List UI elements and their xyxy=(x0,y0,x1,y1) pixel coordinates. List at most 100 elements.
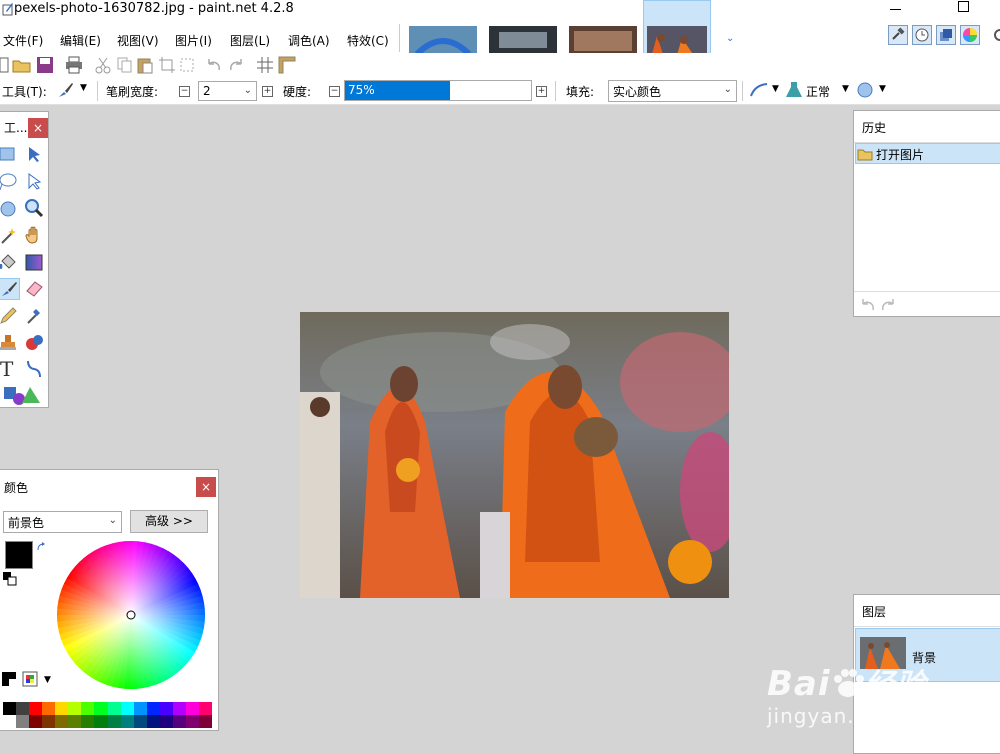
color-target-combo[interactable]: 前景色 ⌄ xyxy=(3,511,122,533)
history-window-toggle-icon[interactable] xyxy=(912,25,932,45)
canvas-image[interactable] xyxy=(300,312,729,598)
palette-swatch[interactable] xyxy=(16,715,30,728)
blend-mode-flask-icon[interactable] xyxy=(785,81,803,99)
history-redo-icon[interactable] xyxy=(879,297,897,313)
print-icon[interactable] xyxy=(64,56,84,74)
menu-view[interactable]: 视图(V) xyxy=(117,32,159,49)
pencil-tool-icon[interactable] xyxy=(0,305,20,327)
palette-swatch[interactable] xyxy=(120,715,134,728)
copy-icon[interactable] xyxy=(116,56,134,74)
palette-swatch[interactable] xyxy=(81,715,95,728)
palette-swatch[interactable] xyxy=(172,702,186,715)
menu-edit[interactable]: 编辑(E) xyxy=(60,32,101,49)
palette-swatch[interactable] xyxy=(185,715,199,728)
reset-colors-icon[interactable] xyxy=(3,572,17,586)
palette-dropdown-arrow-icon[interactable]: ▼ xyxy=(44,675,51,685)
palette-swatch[interactable] xyxy=(198,715,212,728)
palette-swatch[interactable] xyxy=(29,715,43,728)
antialiasing-dropdown-arrow-icon[interactable]: ▼ xyxy=(772,84,779,94)
palette-swatch[interactable] xyxy=(198,702,212,715)
palette-swatch[interactable] xyxy=(68,715,82,728)
magic-wand-tool-icon[interactable] xyxy=(0,225,20,247)
palette-swatch[interactable] xyxy=(94,715,108,728)
gradient-tool-icon[interactable] xyxy=(24,252,46,274)
menu-adjustments[interactable]: 调色(A) xyxy=(288,32,330,49)
palette-swatch[interactable] xyxy=(94,702,108,715)
paintbrush-tool-icon[interactable] xyxy=(56,81,74,99)
maximize-button[interactable] xyxy=(958,1,969,12)
fill-mode-combo[interactable]: 实心颜色 ⌄ xyxy=(608,80,737,102)
rectangle-select-tool-icon[interactable] xyxy=(0,144,20,166)
palette-black-white-icon[interactable] xyxy=(2,672,16,686)
minimize-button[interactable] xyxy=(890,9,901,10)
menu-effects[interactable]: 特效(C) xyxy=(347,32,389,49)
tool-dropdown-arrow-icon[interactable]: ▼ xyxy=(80,83,87,93)
palette-swatch[interactable] xyxy=(107,702,121,715)
shapes-tool-icon[interactable] xyxy=(2,384,42,406)
palette-swatch[interactable] xyxy=(159,715,173,728)
layers-window-toggle-icon[interactable] xyxy=(936,25,956,45)
paint-bucket-tool-icon[interactable] xyxy=(0,252,20,274)
palette-swatch[interactable] xyxy=(159,702,173,715)
menu-image[interactable]: 图片(I) xyxy=(175,32,212,49)
palette-swatch[interactable] xyxy=(42,715,56,728)
deselect-icon[interactable] xyxy=(178,56,196,74)
zoom-tool-icon[interactable] xyxy=(24,198,46,220)
eraser-tool-icon[interactable] xyxy=(24,278,46,300)
text-tool-icon[interactable]: T xyxy=(0,358,20,380)
more-images-chevron-icon[interactable]: ⌄ xyxy=(726,33,734,44)
palette-swatch[interactable] xyxy=(3,702,17,715)
palette-swatch[interactable] xyxy=(120,702,134,715)
hardness-slider[interactable]: 75% xyxy=(344,80,532,101)
primary-color-swatch[interactable] xyxy=(5,541,33,569)
palette-swatch[interactable] xyxy=(3,715,17,728)
recolor-tool-icon[interactable] xyxy=(24,332,46,354)
color-picker-tool-icon[interactable] xyxy=(24,305,46,327)
paintbrush-tool-selected-icon[interactable] xyxy=(0,278,20,300)
palette-swatch[interactable] xyxy=(185,702,199,715)
advanced-colors-button[interactable]: 高级 >> xyxy=(130,510,208,533)
history-undo-icon[interactable] xyxy=(859,297,877,313)
open-folder-icon[interactable] xyxy=(12,56,32,74)
lasso-select-tool-icon[interactable] xyxy=(0,171,20,193)
brush-width-decrease-button[interactable]: − xyxy=(179,86,190,97)
pan-hand-tool-icon[interactable] xyxy=(24,225,46,247)
palette-swatch[interactable] xyxy=(42,702,56,715)
paste-icon[interactable] xyxy=(136,56,154,74)
palette-swatch[interactable] xyxy=(29,702,43,715)
antialiasing-icon[interactable] xyxy=(749,81,769,99)
blend-mode-value[interactable]: 正常 xyxy=(806,83,830,100)
selection-mode-icon[interactable] xyxy=(856,81,874,99)
palette-swatch[interactable] xyxy=(55,702,69,715)
palette-swatch[interactable] xyxy=(146,715,160,728)
clone-stamp-tool-icon[interactable] xyxy=(0,332,20,354)
save-icon[interactable] xyxy=(36,56,54,74)
menu-layers[interactable]: 图层(L) xyxy=(230,32,270,49)
line-curve-tool-icon[interactable] xyxy=(24,358,46,380)
colors-window-toggle-icon[interactable] xyxy=(960,25,980,45)
palette-swatch[interactable] xyxy=(107,715,121,728)
palette-swatch[interactable] xyxy=(133,715,147,728)
brush-width-combo[interactable]: 2 ⌄ xyxy=(198,81,257,101)
brush-width-increase-button[interactable]: + xyxy=(262,86,273,97)
swap-colors-icon[interactable] xyxy=(36,542,46,552)
crop-to-selection-icon[interactable] xyxy=(158,56,176,74)
palette-swatch[interactable] xyxy=(146,702,160,715)
settings-gear-icon[interactable] xyxy=(990,28,1000,42)
history-item-open-image[interactable]: 打开图片 xyxy=(855,143,1000,164)
undo-icon[interactable] xyxy=(205,56,223,74)
palette-swatch[interactable] xyxy=(81,702,95,715)
hardness-decrease-button[interactable]: − xyxy=(329,86,340,97)
palette-swatch[interactable] xyxy=(133,702,147,715)
redo-icon[interactable] xyxy=(227,56,245,74)
palette-swatch[interactable] xyxy=(172,715,186,728)
move-selection-tool-icon[interactable] xyxy=(24,171,46,193)
tools-window-toggle-icon[interactable] xyxy=(888,25,908,45)
palette-swatch[interactable] xyxy=(55,715,69,728)
colors-panel-close-button[interactable]: × xyxy=(196,477,216,497)
blend-mode-dropdown-arrow-icon[interactable]: ▼ xyxy=(842,84,849,94)
selection-mode-dropdown-arrow-icon[interactable]: ▼ xyxy=(879,84,886,94)
cut-icon[interactable] xyxy=(94,56,112,74)
tools-panel-close-button[interactable]: × xyxy=(28,118,48,138)
grid-icon[interactable] xyxy=(256,56,274,74)
